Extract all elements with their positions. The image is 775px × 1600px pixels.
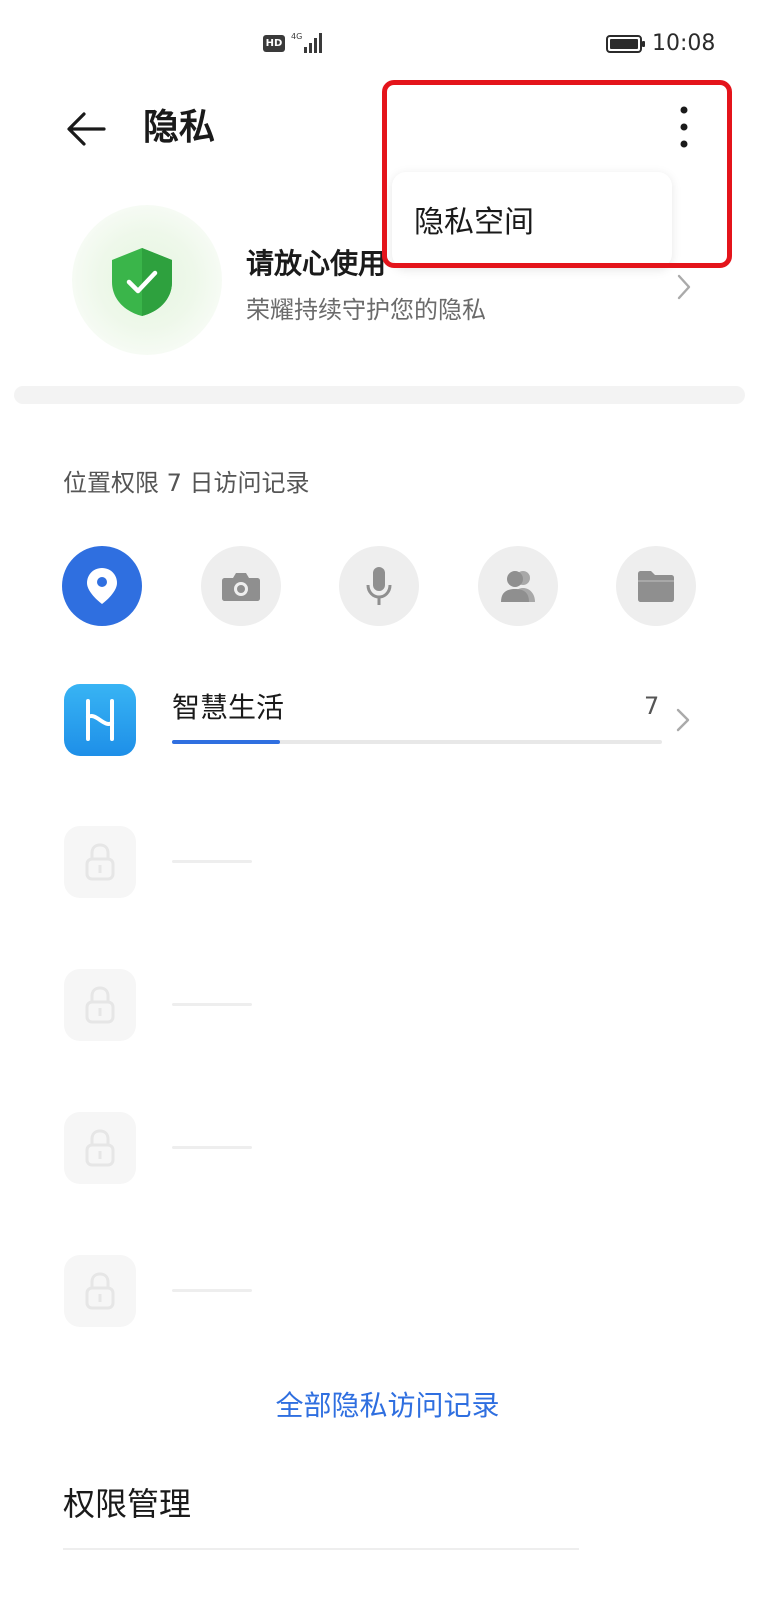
lock-icon xyxy=(85,1129,115,1167)
hd-voice-badge: HD xyxy=(263,35,285,52)
section-divider xyxy=(14,386,745,404)
permission-tab-microphone[interactable] xyxy=(339,546,419,626)
security-card-subtitle: 荣耀持续守护您的隐私 xyxy=(246,296,486,324)
location-icon xyxy=(87,568,117,604)
placeholder-line xyxy=(172,860,252,863)
permission-tab-files[interactable] xyxy=(616,546,696,626)
placeholder-line xyxy=(172,1003,252,1006)
list-divider xyxy=(63,1548,579,1550)
chevron-right-icon[interactable] xyxy=(674,706,692,734)
placeholder-app-icon xyxy=(64,1112,136,1184)
folder-icon xyxy=(638,571,674,602)
access-progress-fill xyxy=(172,740,280,744)
permission-tab-location[interactable] xyxy=(62,546,142,626)
lock-icon xyxy=(85,843,115,881)
menu-item-private-space[interactable]: 隐私空间 xyxy=(414,202,534,244)
signal-icon: 4G xyxy=(291,32,322,53)
more-vertical-icon[interactable] xyxy=(662,100,706,156)
placeholder-line xyxy=(172,1146,252,1149)
permission-tab-camera[interactable] xyxy=(201,546,281,626)
status-time: 10:08 xyxy=(652,31,716,56)
placeholder-app-icon xyxy=(64,969,136,1041)
placeholder-app-icon xyxy=(64,1255,136,1327)
lock-icon xyxy=(85,1272,115,1310)
lock-icon xyxy=(85,986,115,1024)
permission-management-item[interactable]: 权限管理 xyxy=(63,1482,191,1526)
camera-icon xyxy=(222,573,260,601)
access-record-section-label: 位置权限 7 日访问记录 xyxy=(63,469,310,497)
microphone-icon xyxy=(366,567,392,605)
security-card-title[interactable]: 请放心使用 xyxy=(246,244,386,284)
shield-check-icon xyxy=(112,248,172,316)
chevron-right-icon[interactable] xyxy=(674,272,694,302)
back-arrow-icon[interactable] xyxy=(62,105,110,153)
access-count: 7 xyxy=(644,692,660,720)
app-name[interactable]: 智慧生活 xyxy=(172,688,284,728)
placeholder-line xyxy=(172,1289,252,1292)
network-type-label: 4G xyxy=(291,32,302,41)
smart-life-app-icon[interactable] xyxy=(64,684,136,756)
page-title: 隐私 xyxy=(143,107,216,148)
contacts-icon xyxy=(501,571,535,602)
permission-tab-contacts[interactable] xyxy=(478,546,558,626)
all-privacy-records-link[interactable]: 全部隐私访问记录 xyxy=(0,1386,775,1426)
battery-icon xyxy=(606,35,645,53)
placeholder-app-icon xyxy=(64,826,136,898)
